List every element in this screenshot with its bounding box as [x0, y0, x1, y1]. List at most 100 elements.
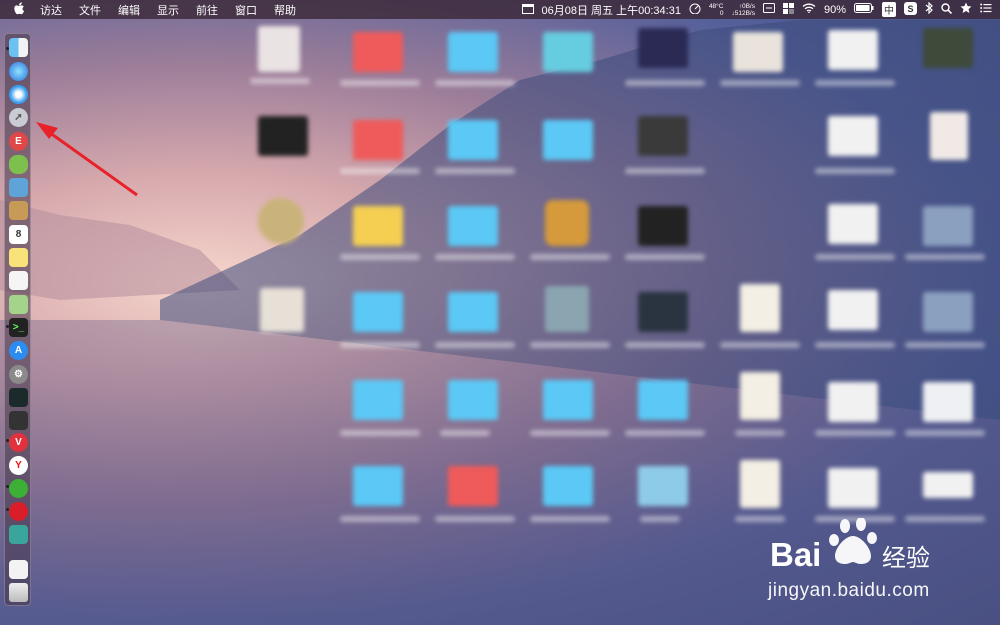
menu-window[interactable]: 窗口 — [235, 2, 257, 18]
desktop-label-placeholder — [250, 78, 310, 84]
yandex-icon[interactable]: Y — [9, 456, 28, 475]
desktop-label-placeholder — [905, 342, 985, 348]
desktop-image-icon[interactable] — [828, 468, 878, 508]
wechat-icon[interactable] — [9, 479, 28, 498]
desktop-ppt-icon[interactable] — [930, 112, 968, 160]
box-icon[interactable] — [762, 3, 775, 16]
finder-icon[interactable] — [9, 38, 28, 57]
desktop-folder-icon[interactable] — [448, 32, 498, 72]
desktop-doc-icon[interactable] — [740, 460, 780, 508]
desktop-image-icon[interactable] — [828, 30, 878, 70]
desktop-folder-icon[interactable] — [638, 380, 688, 420]
desktop-image-icon[interactable] — [258, 116, 308, 156]
desktop-folder-icon[interactable] — [353, 206, 403, 246]
system-preferences-icon[interactable]: ⚙ — [9, 365, 28, 384]
clock-datetime[interactable]: 06月08日 周五 上午00:34:31 — [542, 2, 681, 18]
wifi-icon[interactable] — [802, 3, 816, 16]
desktop-image-icon[interactable] — [923, 28, 973, 68]
network-speed[interactable]: ↑0B/s ↓512B/s — [731, 3, 755, 17]
notes-brown-icon[interactable] — [9, 201, 28, 220]
console-icon[interactable] — [9, 411, 28, 430]
s-app-icon[interactable]: S — [904, 1, 917, 18]
desktop-image-icon[interactable] — [828, 116, 878, 156]
desktop-folder-icon[interactable] — [543, 32, 593, 72]
app-store-icon[interactable]: A — [9, 341, 28, 360]
launchpad-icon[interactable]: ➚ — [9, 108, 28, 127]
desktop-image-icon[interactable] — [638, 116, 688, 156]
netease-music-icon[interactable] — [9, 502, 28, 521]
dock: ➚ E 8 >_ A ⚙ V Y — [4, 33, 31, 606]
net-down-value: ↓512B/s — [731, 9, 755, 17]
siri-icon[interactable] — [9, 62, 28, 81]
android-icon[interactable] — [9, 155, 28, 174]
menu-help[interactable]: 帮助 — [274, 2, 296, 18]
menu-finder[interactable]: 访达 — [40, 2, 62, 18]
word-app-icon[interactable]: E — [9, 132, 28, 151]
vivaldi-icon[interactable]: V — [9, 433, 28, 452]
desktop-folder-icon[interactable] — [448, 120, 498, 160]
sync-icon[interactable] — [9, 525, 28, 544]
desktop-image-icon[interactable] — [638, 206, 688, 246]
desktop-image-icon[interactable] — [828, 204, 878, 244]
gauge-icon[interactable] — [689, 3, 701, 17]
search-icon[interactable] — [941, 2, 953, 17]
terminal-icon[interactable]: >_ — [9, 318, 28, 337]
temperature-sub: 0 — [719, 9, 724, 17]
maps-icon[interactable] — [9, 295, 28, 314]
desktop-image-icon[interactable] — [828, 382, 878, 422]
desktop-folder-icon[interactable] — [448, 206, 498, 246]
bluetooth-icon[interactable] — [925, 1, 933, 17]
apple-menu-icon[interactable] — [12, 1, 26, 18]
calendar-icon[interactable] — [521, 3, 534, 17]
desktop-folder-icon[interactable] — [448, 466, 498, 506]
menu-file[interactable]: 文件 — [79, 2, 101, 18]
menu-edit[interactable]: 编辑 — [118, 2, 140, 18]
desktop-doc-icon[interactable] — [740, 284, 780, 332]
desktop-image-icon[interactable] — [638, 28, 688, 68]
desktop-label-placeholder — [340, 254, 420, 260]
desktop-image-icon[interactable] — [260, 288, 304, 332]
desktop-file-icon[interactable] — [258, 26, 300, 72]
star-icon[interactable] — [960, 2, 972, 17]
app-k-icon[interactable] — [782, 2, 794, 17]
desktop-folder-icon[interactable] — [448, 380, 498, 420]
desktop-image-icon[interactable] — [638, 292, 688, 332]
desktop-image-icon[interactable] — [923, 472, 973, 498]
desktop-folder-icon[interactable] — [353, 120, 403, 160]
desktop-folder-icon[interactable] — [353, 466, 403, 506]
desktop-folder-icon[interactable] — [353, 32, 403, 72]
desktop-app-icon[interactable] — [545, 286, 589, 332]
textedit-icon[interactable] — [9, 271, 28, 290]
desktop-archive-icon[interactable] — [545, 200, 589, 246]
desktop-folder-icon[interactable] — [353, 380, 403, 420]
desktop-folder-icon[interactable] — [638, 466, 688, 506]
desktop-label-placeholder — [625, 430, 705, 436]
stickies-icon[interactable] — [9, 248, 28, 267]
battery-icon[interactable] — [854, 3, 874, 16]
menu-go[interactable]: 前往 — [196, 2, 218, 18]
activity-monitor-icon[interactable] — [9, 388, 28, 407]
desktop-folder-icon[interactable] — [448, 292, 498, 332]
desktop-image-icon[interactable] — [733, 32, 783, 72]
desktop-image-icon[interactable] — [923, 382, 973, 422]
notification-center-icon[interactable] — [980, 3, 992, 16]
desktop-image-icon[interactable] — [258, 198, 304, 244]
desktop-folder-icon[interactable] — [543, 380, 593, 420]
desktop-image-icon[interactable] — [828, 290, 878, 330]
desktop-folder-icon[interactable] — [543, 120, 593, 160]
desktop-image-icon[interactable] — [923, 292, 973, 332]
temperature-readout[interactable]: 48°C 0 — [709, 3, 724, 17]
desktop-doc-icon[interactable] — [740, 372, 780, 420]
document-icon[interactable] — [9, 560, 28, 579]
safari-icon[interactable] — [9, 85, 28, 104]
calendar-icon[interactable]: 8 — [9, 225, 28, 244]
desktop-folder-icon[interactable] — [543, 466, 593, 506]
desktop-image-icon[interactable] — [923, 206, 973, 246]
battery-percent[interactable]: 90% — [824, 4, 846, 16]
desktop-label-placeholder — [530, 430, 610, 436]
preview-icon[interactable] — [9, 178, 28, 197]
desktop-folder-icon[interactable] — [353, 292, 403, 332]
menu-view[interactable]: 显示 — [157, 2, 179, 18]
trash-icon[interactable] — [9, 583, 28, 602]
input-method-indicator[interactable]: 中 — [882, 2, 896, 17]
